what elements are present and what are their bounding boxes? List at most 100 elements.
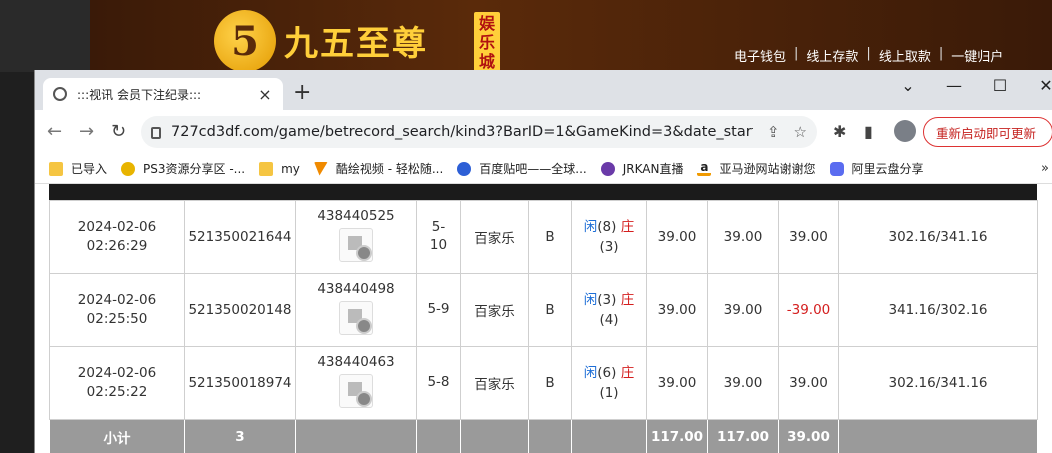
maximize-button[interactable]: ☐ — [977, 76, 1023, 95]
banker-label: 庄 — [620, 292, 635, 308]
bookmarks-bar: 已导入 PS3资源分享区 -... my 酷绘视频 - 轻松随... 百度贴吧—… — [35, 154, 1052, 184]
subtotal-label: 小计 — [49, 419, 185, 453]
url-text[interactable]: 727cd3df.com/game/betrecord_search/kind3… — [171, 124, 753, 140]
site-brand-name: 九五至尊 — [284, 24, 428, 64]
bet-records-table: 2024-02-06 02:26:29 521350021644 438440525 5… — [49, 200, 1038, 453]
video-replay-icon[interactable] — [339, 301, 373, 335]
subtotal-empty — [571, 419, 647, 453]
game-type: 百家乐 — [460, 273, 529, 347]
player-points: (3) — [597, 292, 617, 308]
bet-time: 02:25:22 — [86, 384, 148, 400]
valid-amount: 39.00 — [707, 273, 779, 347]
browser-window: :::视讯 会员下注纪录::: × + ⌄ — ☐ ✕ ← → ↻ 727cd3… — [34, 70, 1052, 453]
bookmark-label: 百度贴吧——全球... — [479, 162, 587, 176]
game-id: 438440463 — [317, 354, 395, 370]
subtotal-empty — [295, 419, 417, 453]
folder-icon — [49, 161, 63, 176]
subtotal-empty — [528, 419, 572, 453]
result-cell: 闲(6) 庄 (1) — [571, 346, 647, 420]
address-bar[interactable]: 727cd3df.com/game/betrecord_search/kind3… — [141, 116, 817, 148]
folder-icon — [259, 161, 274, 176]
kuhui-icon — [313, 161, 328, 176]
new-tab-button[interactable]: + — [293, 82, 311, 104]
site-nav-withdraw[interactable]: 线上取款 — [879, 46, 931, 65]
tab-search-icon[interactable]: ⌄ — [885, 76, 931, 95]
bet-datetime-cell: 2024-02-06 02:26:29 — [49, 200, 185, 274]
bookmarks-more-icon[interactable]: » — [1041, 161, 1049, 176]
amazon-icon: a — [697, 161, 712, 176]
profile-avatar[interactable] — [894, 120, 916, 142]
player-label: 闲 — [583, 219, 598, 235]
page-content: 2024-02-06 02:26:29 521350021644 438440525 5… — [35, 184, 1052, 453]
tab-bet-records[interactable]: :::视讯 会员下注纪录::: × — [43, 78, 283, 110]
forward-arrow-icon[interactable]: → — [79, 121, 94, 142]
table-code: B — [528, 273, 572, 347]
round-number: 5- — [431, 219, 446, 235]
bookmark-baidu[interactable]: 百度贴吧——全球... — [457, 160, 587, 177]
bookmark-kuhui[interactable]: 酷绘视频 - 轻松随... — [313, 160, 443, 177]
star-icon[interactable]: ☆ — [794, 123, 807, 141]
update-label: 重新启动即可更新 — [936, 125, 1037, 141]
bookmark-imported[interactable]: 已导入 — [49, 160, 107, 177]
round-cell: 5-8 — [416, 346, 461, 420]
share-icon[interactable]: ⇪ — [767, 123, 780, 141]
round-number-cont: 10 — [429, 237, 448, 253]
minimize-button[interactable]: — — [931, 76, 977, 95]
bookmark-my[interactable]: my — [259, 161, 300, 176]
subtotal-count: 3 — [184, 419, 296, 453]
bookmark-amazon[interactable]: a 亚马逊网站谢谢您 — [697, 160, 816, 177]
site-nav-separator: | — [938, 46, 944, 61]
video-replay-icon[interactable] — [339, 374, 373, 408]
bet-amount: 39.00 — [646, 200, 708, 274]
video-replay-icon[interactable] — [339, 228, 373, 262]
order-number: 521350020148 — [184, 273, 296, 347]
site-nav-wallet[interactable]: 电子钱包 — [734, 46, 786, 65]
balance-change: 341.16/302.16 — [838, 273, 1038, 347]
valid-amount: 39.00 — [707, 346, 779, 420]
bet-time: 02:25:50 — [86, 311, 148, 327]
game-id-cell: 438440498 — [295, 273, 417, 347]
bookmark-jrkan[interactable]: JRKAN直播 — [600, 160, 683, 177]
subtotal-win: 39.00 — [778, 419, 839, 453]
table-row: 2024-02-06 02:25:50 521350020148 438440498 5… — [49, 273, 1038, 347]
bet-datetime-cell: 2024-02-06 02:25:22 — [49, 346, 185, 420]
globe-icon — [53, 87, 67, 101]
game-type: 百家乐 — [460, 346, 529, 420]
banker-points: (3) — [599, 239, 619, 255]
ps3-icon — [121, 161, 136, 176]
window-controls: ⌄ — ☐ ✕ — [885, 76, 1052, 95]
subtotal-empty — [838, 419, 1038, 453]
game-id-cell: 438440525 — [295, 200, 417, 274]
bookmark-label: 已导入 — [71, 162, 108, 176]
browser-toolbar: ← → ↻ 727cd3df.com/game/betrecord_search… — [35, 110, 1052, 154]
extensions-icon[interactable]: ✱ — [833, 122, 846, 141]
subtotal-empty — [460, 419, 529, 453]
tab-close-icon[interactable]: × — [257, 85, 273, 104]
lock-icon[interactable] — [151, 127, 161, 139]
bookmark-aliyun[interactable]: 阿里云盘分享 — [829, 160, 924, 177]
valid-amount: 39.00 — [707, 200, 779, 274]
bookmark-label: 亚马逊网站谢谢您 — [719, 162, 816, 176]
bookmark-ps3[interactable]: PS3资源分享区 -... — [121, 160, 245, 177]
subtotal-empty — [416, 419, 461, 453]
side-panel-icon[interactable]: ▮ — [864, 122, 873, 141]
back-arrow-icon[interactable]: ← — [47, 121, 62, 142]
site-nav-separator: | — [794, 46, 799, 61]
bet-time: 02:26:29 — [86, 238, 148, 254]
result-cell: 闲(8) 庄 (3) — [571, 200, 647, 274]
site-nav-deposit[interactable]: 线上存款 — [806, 46, 858, 65]
baidu-icon — [457, 161, 472, 176]
banker-label: 庄 — [620, 365, 635, 381]
reload-icon[interactable]: ↻ — [111, 121, 126, 142]
tab-strip: :::视讯 会员下注纪录::: × + ⌄ — ☐ ✕ — [35, 70, 1052, 110]
update-button[interactable]: 重新启动即可更新 — [923, 117, 1052, 147]
player-points: (8) — [597, 219, 617, 235]
player-label: 闲 — [583, 365, 598, 381]
close-window-button[interactable]: ✕ — [1023, 76, 1052, 95]
banker-label: 庄 — [620, 219, 635, 235]
jrkan-icon — [600, 161, 615, 176]
order-number: 521350021644 — [184, 200, 296, 274]
order-number: 521350018974 — [184, 346, 296, 420]
table-row: 2024-02-06 02:26:29 521350021644 438440525 5… — [49, 200, 1038, 274]
site-nav-consolidate[interactable]: 一键归户 — [951, 46, 1003, 65]
